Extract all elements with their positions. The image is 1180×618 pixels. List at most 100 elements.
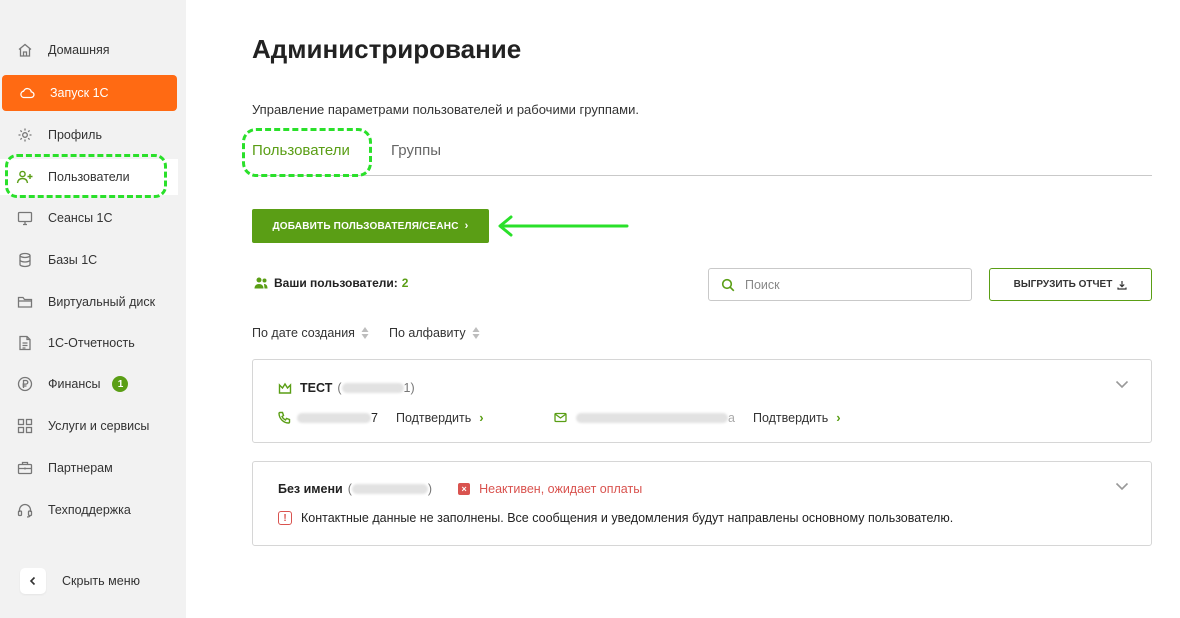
sidebar: Домашняя Запуск 1С Профиль Пользователи … xyxy=(0,0,186,618)
user-card[interactable]: ТЕСТ ( 1) 7 Подтвердить › a Подтвердить … xyxy=(252,359,1152,443)
add-user-button-label: ДОБАВИТЬ ПОЛЬЗОВАТЕЛЯ/СЕАНС xyxy=(272,220,459,232)
sidebar-item-label: Услуги и сервисы xyxy=(48,419,150,433)
page-subtitle: Управление параметрами пользователей и р… xyxy=(252,102,639,117)
sidebar-item-reporting[interactable]: 1С-Отчетность xyxy=(0,325,178,361)
chevron-down-icon[interactable] xyxy=(1115,482,1129,491)
download-icon xyxy=(1117,280,1127,290)
phone-row: 7 Подтвердить › xyxy=(278,410,484,425)
arrow-annotation-icon xyxy=(498,215,629,237)
redacted-login xyxy=(341,383,404,393)
sort-by-alphabet-label: По алфавиту xyxy=(389,326,466,340)
tab-users[interactable]: Пользователи xyxy=(252,142,350,159)
sidebar-item-label: Профиль xyxy=(48,128,102,142)
gear-icon xyxy=(16,126,34,144)
warning-icon: ! xyxy=(278,511,292,525)
sidebar-item-label: Виртуальный диск xyxy=(48,295,156,309)
sidebar-item-label: Пользователи xyxy=(48,170,130,184)
sidebar-item-label: Базы 1С xyxy=(48,253,98,267)
sidebar-item-support[interactable]: Техподдержка xyxy=(0,492,178,528)
user-name: Без имени xyxy=(278,482,343,496)
email-suffix: a xyxy=(728,410,735,425)
redacted-phone xyxy=(297,412,371,423)
sidebar-item-home[interactable]: Домашняя xyxy=(0,32,178,68)
users-count-label: Ваши пользователи: xyxy=(274,276,398,290)
chevron-right-icon: › xyxy=(836,410,841,425)
collapse-menu-label: Скрыть меню xyxy=(62,574,140,588)
sidebar-item-partners[interactable]: Партнерам xyxy=(0,450,178,486)
sidebar-item-virtual-disk[interactable]: Виртуальный диск xyxy=(0,284,178,320)
export-report-button[interactable]: ВЫГРУЗИТЬ ОТЧЕТ xyxy=(989,268,1152,301)
close-icon: × xyxy=(458,483,471,495)
sidebar-item-profile[interactable]: Профиль xyxy=(0,117,178,153)
status-badge: × Неактивен, ожидает оплаты xyxy=(458,482,642,496)
sidebar-item-label: Партнерам xyxy=(48,461,113,475)
tab-bar: Пользователи Группы xyxy=(252,142,1152,176)
export-report-label: ВЫГРУЗИТЬ ОТЧЕТ xyxy=(1013,279,1113,290)
sidebar-item-label: Техподдержка xyxy=(48,503,131,517)
sort-by-date-label: По дате создания xyxy=(252,326,355,340)
chevron-down-icon[interactable] xyxy=(1115,380,1129,389)
user-login-open: ( xyxy=(337,381,342,395)
crown-icon xyxy=(278,382,292,395)
chevron-right-icon: › xyxy=(464,220,469,232)
briefcase-icon xyxy=(16,459,34,477)
notification-badge: 1 xyxy=(112,376,129,392)
user-login-close: 1) xyxy=(403,381,415,395)
users-icon xyxy=(254,277,268,289)
sidebar-item-services[interactable]: Услуги и сервисы xyxy=(0,408,178,444)
redacted-email xyxy=(576,412,728,423)
confirm-phone-label: Подтвердить xyxy=(395,410,472,425)
phone-suffix: 7 xyxy=(371,410,378,425)
email-row: a Подтвердить › xyxy=(554,410,841,425)
home-icon xyxy=(16,41,34,59)
sort-arrows-icon xyxy=(361,326,369,340)
add-user-button[interactable]: ДОБАВИТЬ ПОЛЬЗОВАТЕЛЯ/СЕАНС › xyxy=(252,209,489,243)
sidebar-item-label: Запуск 1С xyxy=(50,86,109,100)
grid-icon xyxy=(16,417,34,435)
search-input[interactable] xyxy=(745,277,945,292)
page-title: Администрирование xyxy=(252,34,522,64)
sort-arrows-icon xyxy=(472,326,480,340)
users-count-value: 2 xyxy=(401,276,409,290)
folder-icon xyxy=(16,293,34,311)
user-add-icon xyxy=(16,168,34,186)
sidebar-item-sessions[interactable]: Сеансы 1С xyxy=(0,200,178,236)
sort-by-date[interactable]: По дате создания xyxy=(252,326,369,340)
ruble-icon xyxy=(16,375,34,393)
user-card[interactable]: Без имени ( ) × Неактивен, ожидает оплат… xyxy=(252,461,1152,546)
user-name: ТЕСТ xyxy=(300,381,333,395)
tab-groups[interactable]: Группы xyxy=(391,142,441,159)
sidebar-item-label: Финансы xyxy=(48,377,101,391)
redacted-login xyxy=(351,484,428,494)
chevron-right-icon: › xyxy=(479,410,484,425)
user-header: ТЕСТ ( 1) xyxy=(278,381,415,395)
contact-warning: ! Контактные данные не заполнены. Все со… xyxy=(278,511,953,525)
sidebar-item-databases[interactable]: Базы 1С xyxy=(0,242,178,278)
confirm-phone-button[interactable]: Подтвердить › xyxy=(396,410,484,425)
search-box xyxy=(708,268,972,301)
sidebar-item-label: Домашняя xyxy=(48,43,110,57)
monitor-icon xyxy=(16,209,34,227)
mail-icon xyxy=(554,412,567,423)
search-icon xyxy=(721,278,735,292)
users-count: Ваши пользователи: 2 xyxy=(254,276,408,290)
headset-icon xyxy=(16,501,34,519)
sidebar-item-label: 1С-Отчетность xyxy=(48,336,135,350)
sidebar-item-users[interactable]: Пользователи xyxy=(0,159,178,195)
sidebar-item-label: Сеансы 1С xyxy=(48,211,113,225)
database-icon xyxy=(16,251,34,269)
sort-by-alphabet[interactable]: По алфавиту xyxy=(389,326,480,340)
warning-text: Контактные данные не заполнены. Все сооб… xyxy=(301,511,954,525)
sidebar-item-launch-1c[interactable]: Запуск 1С xyxy=(2,75,177,111)
phone-icon xyxy=(278,411,291,424)
document-icon xyxy=(16,334,34,352)
chevron-left-icon xyxy=(20,568,46,594)
user-login-close: ) xyxy=(427,482,433,496)
confirm-email-button[interactable]: Подтвердить › xyxy=(753,410,841,425)
collapse-menu-button[interactable]: Скрыть меню xyxy=(20,568,140,594)
status-text: Неактивен, ожидает оплаты xyxy=(479,482,643,496)
confirm-email-label: Подтвердить xyxy=(752,410,829,425)
user-header: Без имени ( ) × Неактивен, ожидает оплат… xyxy=(278,482,642,496)
cloud-icon xyxy=(18,84,36,102)
sidebar-item-finance[interactable]: Финансы 1 xyxy=(0,366,178,402)
